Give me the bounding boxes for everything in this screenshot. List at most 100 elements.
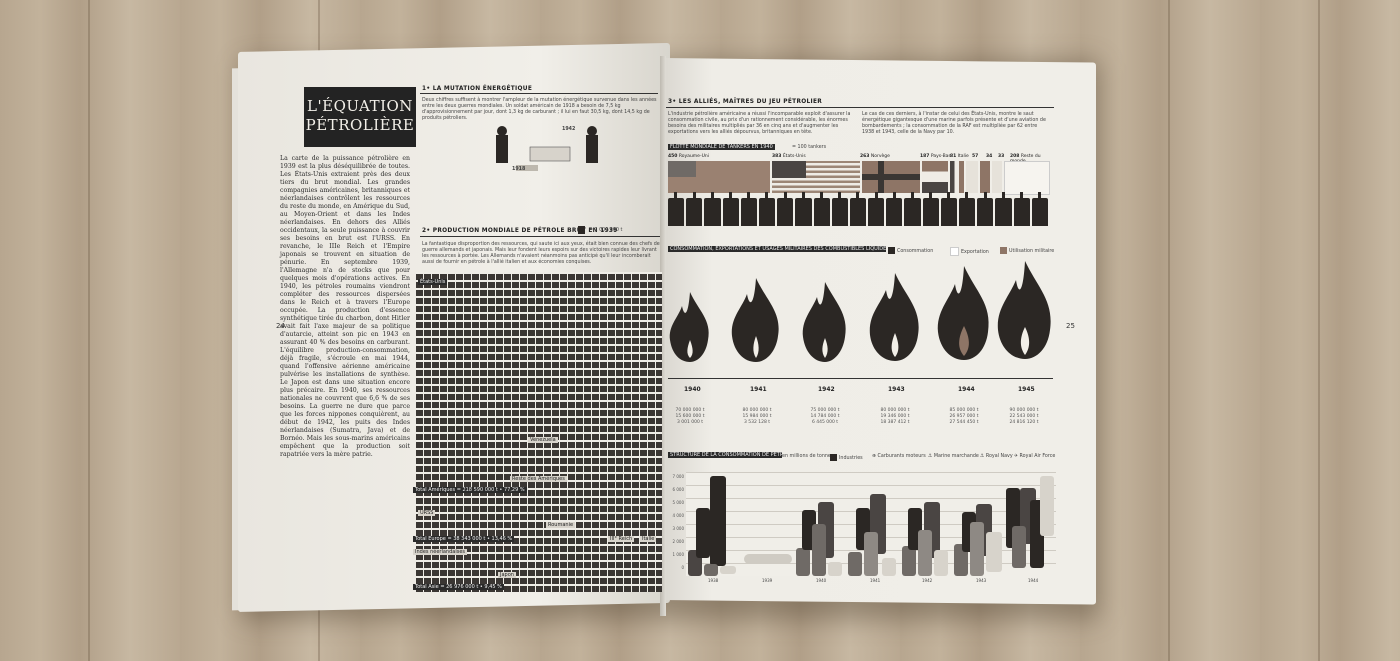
uk-chart-axis: 7 000 6 000 5 000 4 000 3 000 2 000 1 00… (668, 470, 684, 580)
page-number-right: 25 (1066, 322, 1075, 330)
uk-legend-unit: en millions de tonnes (782, 454, 834, 459)
uk-cylinder (986, 532, 1002, 572)
uk-legend-4: ⚓ Royal Navy (980, 454, 1013, 459)
flame-1942 (801, 282, 849, 366)
italy-flag (950, 161, 964, 193)
uk-consumption-title: STRUCTURE DE LA CONSOMMATION DE PÉTROLE … (668, 452, 782, 458)
consumption-legend-2: Exportation (950, 247, 989, 256)
page-number-left: 24 (276, 322, 285, 330)
netherlands-flag (922, 161, 948, 193)
tanker-icon (1013, 192, 1030, 226)
flame-1943 (868, 273, 922, 365)
values-1942: 75 000 000 t 14 784 000 t 6 445 000 t (810, 408, 840, 425)
legend-chip-military (1000, 247, 1007, 254)
uk-legend-1: Industries (830, 454, 863, 462)
grid-label-venezuela: Venezuela (528, 437, 558, 443)
uk-legend-5: ✈ Royal Air Force (1014, 454, 1056, 459)
tanker-icon (977, 192, 994, 226)
consumption-legend-3: Utilisation militaire (1000, 247, 1054, 255)
uk-cylinder (796, 548, 810, 576)
tanker-icon (704, 192, 721, 226)
tanker-icon (886, 192, 903, 226)
legend-chip-export (950, 247, 959, 256)
uk-year-1944: 1944 (1028, 578, 1039, 583)
uk-legend-3: ⚓ Marine marchande (928, 454, 979, 459)
tanker-row (668, 192, 1048, 226)
section-2-rule (420, 236, 660, 237)
tanker-fleet-legend: = 100 tankers (792, 145, 827, 150)
uk-cylinder (696, 508, 710, 558)
uk-axis-label: 5 000 (672, 500, 684, 505)
tanker-icon (922, 192, 939, 226)
page-title: L'ÉQUATION PÉTROLIÈRE (304, 87, 416, 147)
tanker-icon (795, 192, 812, 226)
tanker-icon (722, 192, 739, 226)
uk-year-1943: 1943 (976, 578, 987, 583)
uk-cylinder (918, 530, 932, 576)
section-3-heading: 3• LES ALLIÉS, MAÎTRES DU JEU PÉTROLIER (668, 97, 823, 105)
flame-1940 (668, 292, 712, 366)
uk-cylinder (882, 558, 896, 576)
flame-1944 (936, 266, 992, 364)
small-flag-7 (980, 161, 990, 193)
uk-cylinder (720, 566, 736, 574)
pipeline-line (668, 378, 1053, 379)
grid-label-italy: Italie (640, 536, 657, 542)
norway-cross-h (862, 174, 920, 180)
values-1944: 85 000 000 t 26 957 000 t 27 544 450 t (949, 408, 979, 425)
legend-chip-industries (830, 454, 837, 461)
tanker-icon (831, 192, 848, 226)
grid-label-reich: III° Reich (608, 536, 635, 542)
section-3-rule (666, 107, 1054, 108)
year-label-1944: 1944 (958, 386, 975, 393)
left-body-text: La carte de la puissance pétrolière en 1… (280, 155, 410, 458)
soldiers-illustration (490, 125, 610, 177)
flame-1941 (730, 278, 782, 366)
uk-year-1940: 1940 (816, 578, 827, 583)
year-1918-label: 1918 (512, 167, 526, 172)
uk-cylinder (848, 552, 862, 576)
fleet-count-8: 33 (998, 154, 1005, 159)
uk-cylinder (744, 554, 792, 564)
fleet-counts: 450 Royaume-Uni 383 États-Unis 263 Norvè… (668, 154, 1052, 164)
values-1943: 80 000 000 t 19 346 000 t 18 387 412 t (880, 408, 910, 425)
fleet-count-uk: 450 Royaume-Uni (668, 154, 709, 159)
section-1-heading: 1• LA MUTATION ÉNERGÉTIQUE (422, 84, 533, 92)
uk-legend-2: ⊕ Carburants moteurs (872, 454, 926, 459)
fleet-count-netherlands: 187 Pays-Bas (920, 154, 951, 159)
values-1941: 80 000 000 t 15 984 000 t 3 532 128 t (742, 408, 772, 425)
values-1945: 90 000 000 t 22 543 000 t 24 816 120 t (1009, 408, 1039, 425)
section-3-text-a: L'industrie pétrolière américaine a réus… (668, 112, 851, 135)
section-1-rule (420, 93, 658, 94)
tanker-icon (868, 192, 885, 226)
uk-cylinder (828, 562, 842, 576)
section-1-text: Deux chiffres suffisent à montrer l'ampl… (422, 98, 657, 121)
uk-year-labels: 1938 1939 1940 1941 1942 1943 1944 (686, 578, 1056, 586)
uk-cylinder (970, 522, 984, 576)
tanker-icon (940, 192, 957, 226)
tanker-icon (1031, 192, 1048, 226)
uk-cylinder (934, 550, 948, 576)
tanker-fleet-title: FLOTTE MONDIALE DE TANKERS EN 1940 (668, 144, 775, 150)
total-europe-label: Total Europe = 38 343 000 t • 13,46 % (413, 536, 515, 542)
uk-year-1938: 1938 (708, 578, 719, 583)
uk-axis-label: 4 000 (672, 513, 684, 518)
uk-year-1942: 1942 (922, 578, 933, 583)
flame-1945 (996, 261, 1054, 363)
year-label-1943: 1943 (888, 386, 905, 393)
uk-axis-label: 2 000 (672, 539, 684, 544)
tanker-icon (904, 192, 921, 226)
uk-union-jack (668, 161, 696, 177)
oil-production-barrel-grid (416, 272, 662, 592)
tanker-icon (668, 192, 685, 226)
fleet-count-norway: 263 Norvège (860, 154, 890, 159)
year-label-1941: 1941 (750, 386, 767, 393)
grid-label-usa: États-Unis (418, 279, 448, 285)
small-flag-8 (992, 161, 1002, 193)
small-flag-6 (966, 161, 978, 193)
uk-axis-label: 6 000 (672, 487, 684, 492)
fleet-count-usa: 383 États-Unis (772, 154, 806, 159)
uk-axis-label: 7 000 (672, 474, 684, 479)
uk-cylinder (902, 546, 916, 576)
year-1942-label: 1942 (562, 127, 576, 132)
